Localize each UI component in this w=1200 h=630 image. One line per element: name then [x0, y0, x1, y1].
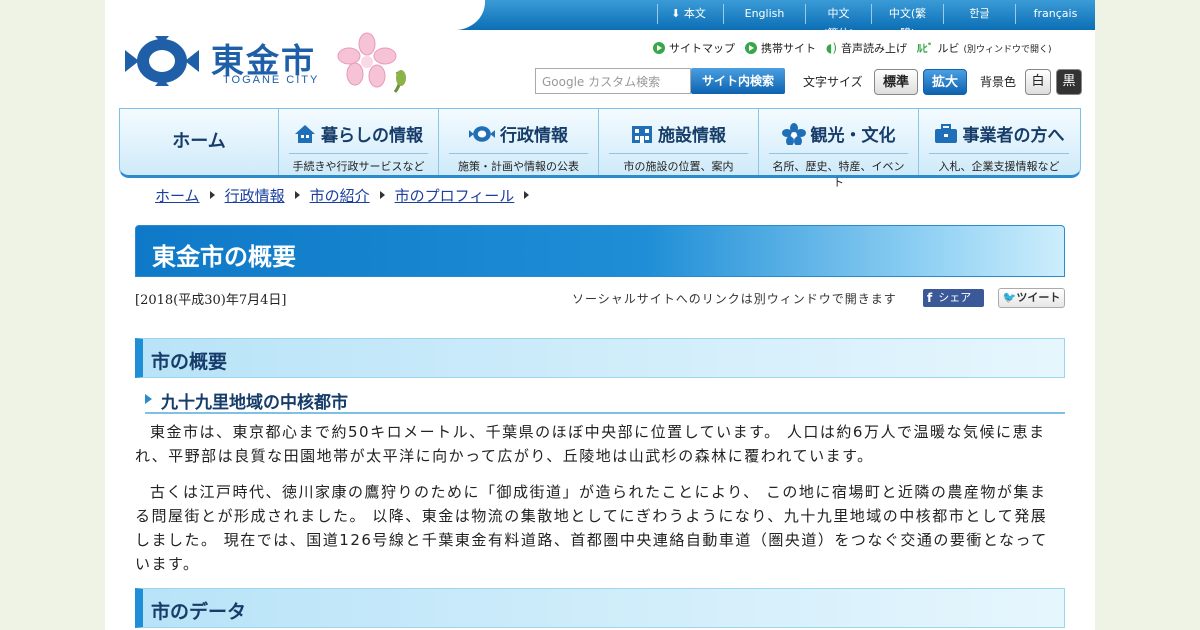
- building-icon: [632, 125, 652, 143]
- voice-reader-link[interactable]: ◖) 音声読み上げ: [826, 40, 907, 56]
- bg-black-button[interactable]: 黒: [1056, 69, 1082, 95]
- publish-date: [2018(平成30)年7月4日]: [135, 293, 287, 308]
- bg-white-button[interactable]: 白: [1025, 69, 1051, 95]
- mobile-site-link[interactable]: 携帯サイト: [745, 40, 816, 56]
- lang-english-link[interactable]: English: [723, 4, 805, 24]
- nav-facilities[interactable]: 施設情報 市の施設の位置、案内: [599, 109, 759, 175]
- site-search-button[interactable]: サイト内検索: [691, 68, 785, 94]
- nav-living[interactable]: 暮らしの情報 手続きや行政サービスなど: [279, 109, 439, 175]
- triangle-right-icon: [145, 394, 152, 404]
- briefcase-icon: [934, 123, 957, 143]
- twitter-bird-icon: 🐦: [1002, 291, 1017, 304]
- page-title: 東金市の概要: [152, 243, 296, 271]
- lang-zh-traditional-link[interactable]: 中文(繁體): [871, 4, 943, 40]
- sitemap-link[interactable]: サイトマップ: [653, 40, 735, 56]
- skip-to-content-link[interactable]: ⬇ 本文へ: [657, 4, 723, 40]
- city-emblem-icon: [125, 36, 199, 86]
- subsection-heading: 九十九里地域の中核都市: [145, 387, 1065, 414]
- site-logo[interactable]: 東金市 TOGANE CITY: [125, 32, 415, 94]
- nav-business[interactable]: 事業者の方へ 入札、企業支援情報など: [919, 109, 1079, 175]
- search-input[interactable]: Google カスタム検索: [535, 68, 691, 94]
- top-bar-curve: [105, 0, 485, 30]
- ruby-link[interactable]: ﾙﾋﾞ ルビ (別ウィンドウで開く): [917, 40, 1052, 56]
- breadcrumb-administration[interactable]: 行政情報: [225, 185, 285, 206]
- play-circle-icon: [745, 42, 757, 54]
- chevron-right-icon: [524, 191, 530, 199]
- page-title-box: 東金市の概要: [135, 225, 1065, 277]
- nav-administration[interactable]: 行政情報 施策・計画や情報の公表: [439, 109, 599, 175]
- logo-subtitle: TOGANE CITY: [223, 74, 320, 86]
- overview-paragraph-2: 古くは江戸時代、徳川家康の鷹狩りのために「御成街道」が造られたことにより、 この…: [135, 483, 1048, 573]
- facebook-icon: f: [927, 291, 933, 305]
- facebook-share-button[interactable]: f シェア: [923, 289, 984, 307]
- social-note: ソーシャルサイトへのリンクは別ウィンドウで開きます: [572, 292, 897, 306]
- language-links: ⬇ 本文へ English 中文(簡体) 中文(繁體) 한글 français: [657, 4, 1095, 40]
- breadcrumb-city-profile[interactable]: 市のプロフィール: [395, 185, 515, 206]
- sound-wave-icon: ◖): [826, 41, 838, 55]
- section-heading-overview: 市の概要: [135, 338, 1065, 378]
- page: ⬇ 本文へ English 中文(簡体) 中文(繁體) 한글 français …: [105, 0, 1095, 630]
- download-arrow-icon: ⬇: [671, 7, 681, 20]
- nav-home[interactable]: ホーム: [120, 109, 279, 175]
- house-icon: [295, 124, 315, 143]
- section-heading-data: 市のデータ: [135, 588, 1065, 628]
- global-nav: ホーム 暮らしの情報 手続きや行政サービスなど 行政情報 施策・計画や情報の公表…: [119, 108, 1081, 189]
- play-circle-icon: [653, 42, 665, 54]
- city-emblem-icon: [469, 125, 495, 142]
- font-size-standard-button[interactable]: 標準: [874, 69, 918, 95]
- breadcrumb: ホーム 行政情報 市の紹介 市のプロフィール: [155, 185, 539, 206]
- breadcrumb-home[interactable]: ホーム: [155, 185, 200, 206]
- lang-zh-simplified-link[interactable]: 中文(簡体): [805, 4, 871, 40]
- chevron-right-icon: [294, 191, 300, 199]
- nav-tourism[interactable]: 観光・文化 名所、歴史、特産、イベント: [759, 109, 919, 189]
- font-size-large-button[interactable]: 拡大: [923, 69, 967, 95]
- flower-icon: [781, 122, 806, 145]
- tweet-button[interactable]: 🐦ツイート: [998, 288, 1065, 308]
- overview-paragraph-1: 東金市は、東京都心まで約50キロメートル、千葉県のほぼ中央部に位置しています。 …: [135, 423, 1046, 465]
- utility-links: サイトマップ 携帯サイト ◖) 音声読み上げ ﾙﾋﾞ ルビ (別ウィンドウで開く): [653, 40, 1052, 56]
- lang-korean-link[interactable]: 한글: [943, 4, 1015, 24]
- chevron-right-icon: [379, 191, 385, 199]
- ruby-icon: ﾙﾋﾞ: [917, 42, 934, 55]
- font-size-label: 文字サイズ: [803, 75, 863, 89]
- lang-french-link[interactable]: français: [1015, 4, 1095, 24]
- bg-color-label: 背景色: [980, 75, 1017, 89]
- chevron-right-icon: [209, 191, 215, 199]
- breadcrumb-city-intro[interactable]: 市の紹介: [310, 185, 370, 206]
- cherry-blossom-icon: [337, 32, 406, 93]
